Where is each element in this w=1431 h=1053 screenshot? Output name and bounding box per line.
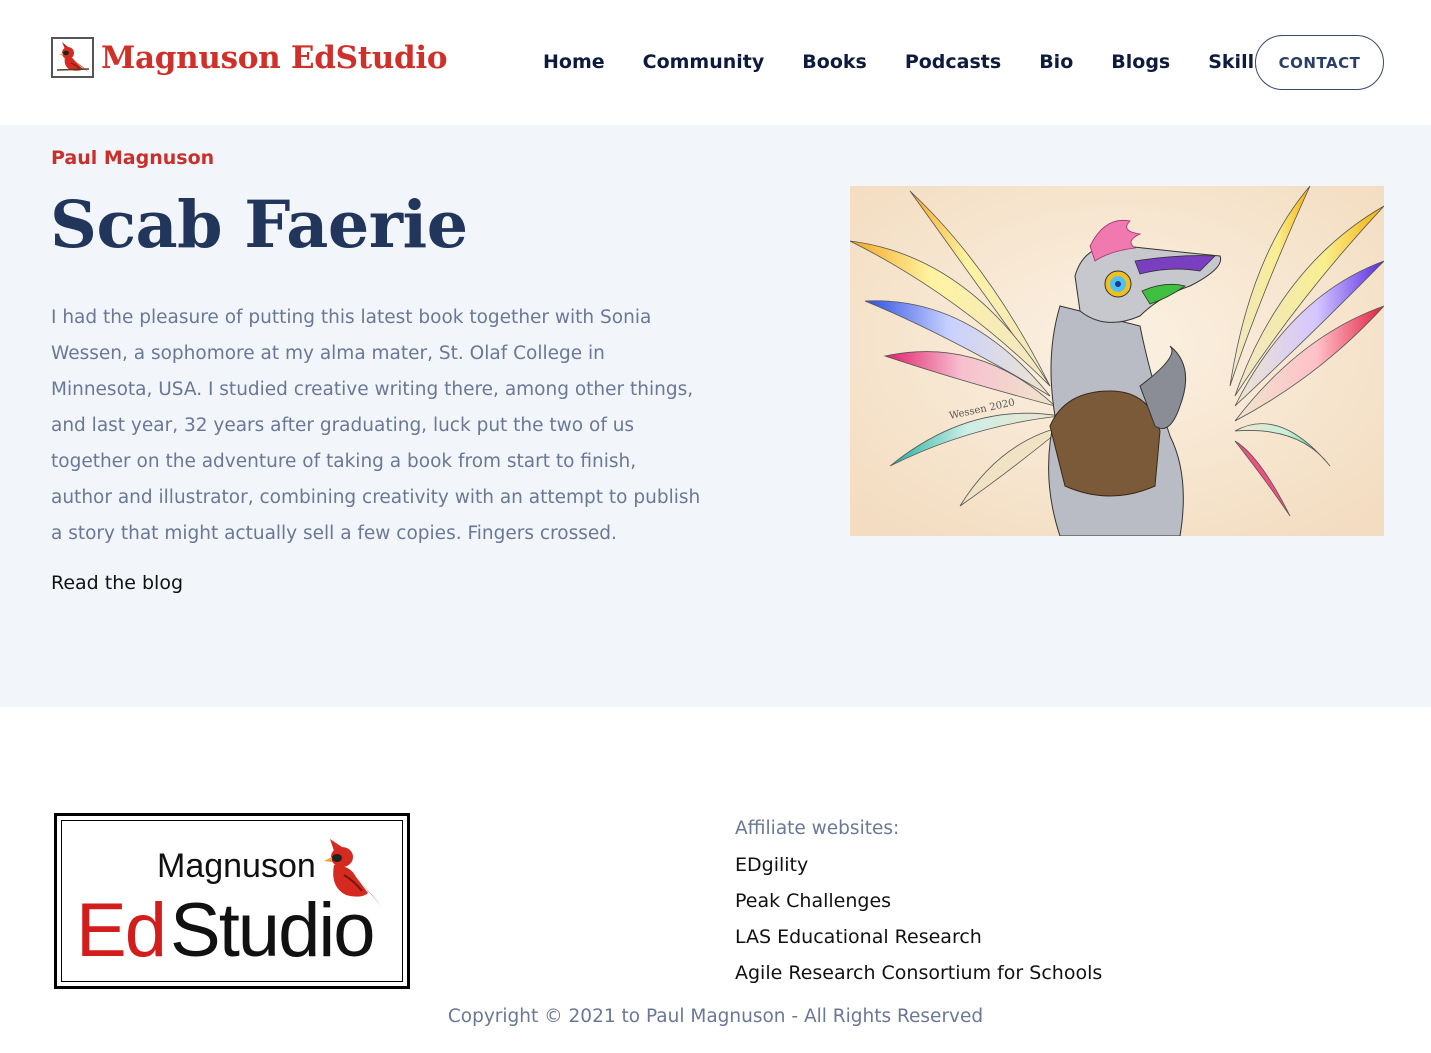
hero-section: Paul Magnuson Scab Faerie I had the plea… (0, 125, 1431, 707)
site-logo[interactable]: Magnuson EdStudio (51, 37, 448, 78)
affiliate-link-peak-challenges[interactable]: Peak Challenges (735, 887, 1102, 915)
main-nav: Home Community Books Podcasts Bio Blogs … (543, 48, 1303, 76)
nav-bio[interactable]: Bio (1039, 48, 1073, 76)
read-blog-link[interactable]: Read the blog (51, 572, 183, 594)
author-name: Paul Magnuson (51, 147, 215, 169)
logo-text: Magnuson EdStudio (101, 39, 448, 76)
cardinal-logo-icon (51, 37, 94, 78)
affiliate-link-agile-research-consortium[interactable]: Agile Research Consortium for Schools (735, 959, 1102, 987)
affiliate-link-las-educational-research[interactable]: LAS Educational Research (735, 923, 1102, 951)
affiliate-list: Affiliate websites: EDgility Peak Challe… (735, 815, 1102, 995)
footer-logo-magnuson: Magnuson (157, 847, 316, 885)
nav-blogs[interactable]: Blogs (1111, 48, 1170, 76)
scab-faerie-illustration: Wessen 2020 (850, 186, 1384, 536)
footer-logo: Magnuson Ed Studio (54, 813, 410, 989)
footer-logo-studio: Studio (170, 888, 375, 973)
site-header: Magnuson EdStudio Home Community Books P… (0, 0, 1431, 125)
footer-logo-ed: Ed (76, 888, 167, 973)
nav-community[interactable]: Community (643, 48, 765, 76)
affiliates-heading: Affiliate websites: (735, 818, 900, 839)
hero-description: I had the pleasure of putting this lates… (51, 307, 701, 544)
affiliate-link-edgility[interactable]: EDgility (735, 851, 1102, 879)
copyright-text: Copyright © 2021 to Paul Magnuson - All … (447, 1006, 984, 1027)
nav-home[interactable]: Home (543, 48, 605, 76)
contact-button[interactable]: CONTACT (1255, 35, 1384, 90)
page-title: Scab Faerie (50, 187, 468, 263)
nav-books[interactable]: Books (802, 48, 867, 76)
nav-podcasts[interactable]: Podcasts (905, 48, 1001, 76)
